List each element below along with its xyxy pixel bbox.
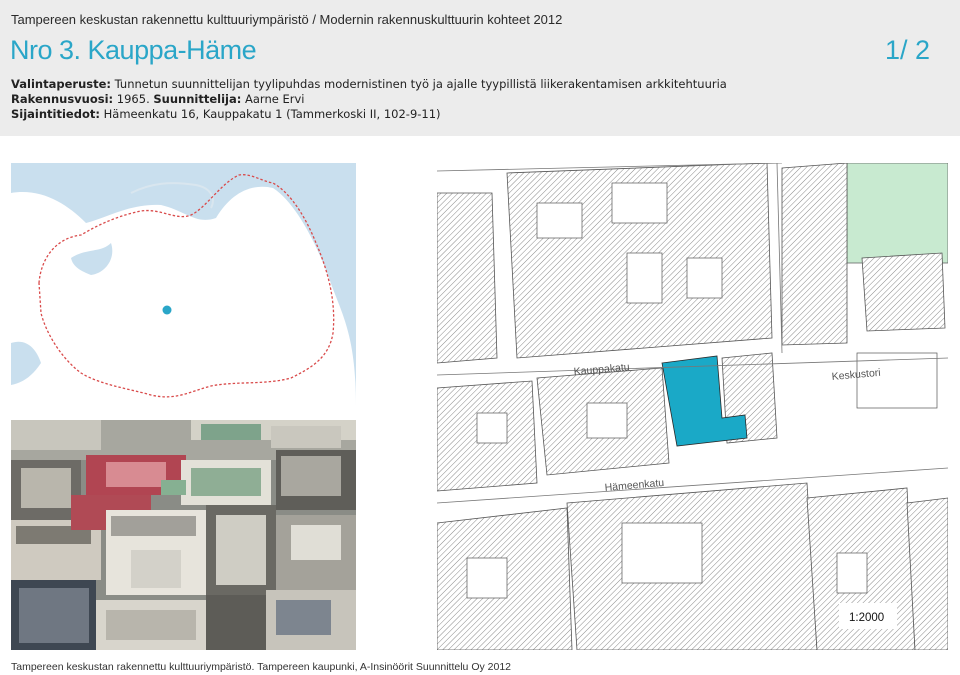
designer-value: Aarne Ervi (245, 92, 305, 106)
page-number: 1/ 2 (884, 35, 930, 65)
overview-map (11, 163, 356, 406)
location-value: Hämeenkatu 16, Kauppakatu 1 (Tammerkoski… (103, 107, 441, 121)
aerial-photo (11, 420, 356, 650)
selection-criteria: Valintaperuste: Tunnetun suunnittelijan … (11, 77, 727, 91)
document-title: Tampereen keskustan rakennettu kulttuuri… (11, 12, 563, 27)
header-band: Tampereen keskustan rakennettu kulttuuri… (0, 0, 960, 136)
construction-info: Rakennusvuosi: 1965. Suunnittelija: Aarn… (11, 92, 304, 106)
location-label: Sijaintitiedot: (11, 107, 100, 121)
location-info: Sijaintitiedot: Hämeenkatu 16, Kauppakat… (11, 107, 441, 121)
criteria-label: Valintaperuste: (11, 77, 111, 91)
year-value: 1965. (116, 92, 150, 106)
location-marker-icon (162, 305, 172, 315)
footer-credit: Tampereen keskustan rakennettu kulttuuri… (11, 661, 512, 673)
site-plan-map: Kauppakatu Keskustori Hämeenkatu 1:2000 (437, 163, 948, 650)
designer-label: Suunnittelija: (153, 92, 242, 106)
scale-label: 1:2000 (849, 612, 884, 624)
sheet-title: Nro 3. Kauppa-Häme (10, 35, 257, 65)
year-label: Rakennusvuosi: (11, 92, 114, 106)
criteria-value: Tunnetun suunnittelijan tyylipuhdas mode… (114, 77, 727, 91)
